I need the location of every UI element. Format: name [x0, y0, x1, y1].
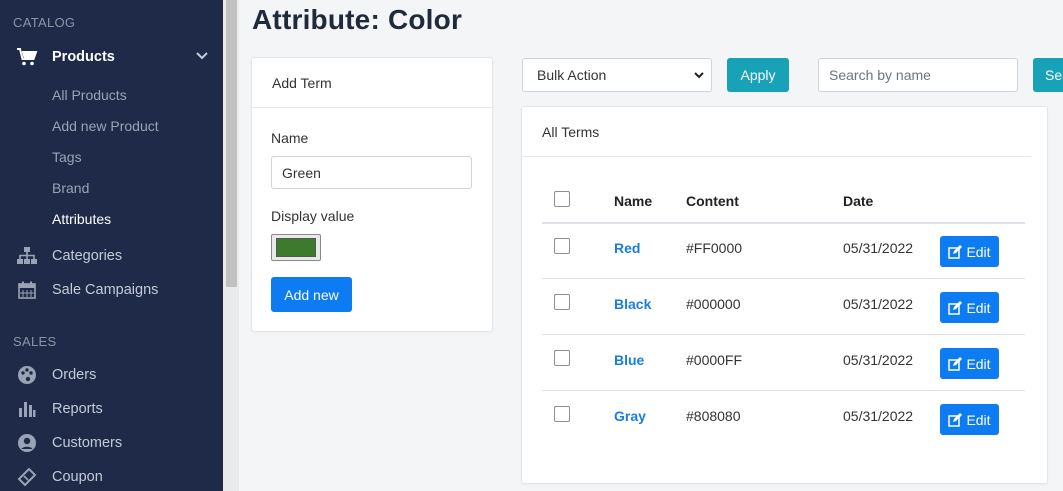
- term-content: #000000: [686, 296, 741, 312]
- row-checkbox[interactable]: [554, 406, 570, 422]
- term-name-link[interactable]: Black: [614, 296, 651, 312]
- shopping-cart-icon: [16, 46, 38, 68]
- name-label: Name: [271, 130, 309, 146]
- chevron-down-icon: [693, 68, 705, 85]
- sidebar-scrollbar-thumb[interactable]: [226, 0, 237, 287]
- user-circle-icon: [16, 432, 38, 454]
- display-value-label: Display value: [271, 208, 355, 224]
- row-divider: [542, 278, 1025, 279]
- add-new-button[interactable]: Add new: [271, 277, 352, 312]
- sidebar-item-label: Categories: [52, 248, 123, 264]
- sidebar-item-label: Products: [52, 49, 115, 65]
- sidebar-item-customers[interactable]: Customers: [0, 428, 223, 458]
- search-button[interactable]: Sea: [1033, 58, 1063, 92]
- calendar-icon: [16, 279, 38, 301]
- catalog-section-title: CATALOG: [13, 15, 76, 30]
- sidebar-item-categories[interactable]: Categories: [0, 241, 223, 271]
- edit-icon: [948, 244, 963, 259]
- sidebar-item-reports[interactable]: Reports: [0, 394, 223, 424]
- term-content: #808080: [686, 408, 741, 424]
- sidebar-subitem-brand[interactable]: Brand: [52, 180, 89, 196]
- chevron-down-icon[interactable]: [195, 48, 209, 66]
- sidebar-item-label: Coupon: [52, 469, 103, 485]
- all-terms-header: All Terms: [522, 107, 1031, 157]
- sidebar-item-coupon[interactable]: Coupon: [0, 462, 223, 491]
- sidebar-subitem-all-products[interactable]: All Products: [52, 87, 127, 103]
- edit-button[interactable]: Edit: [940, 292, 999, 323]
- term-date: 05/31/2022: [843, 352, 914, 368]
- column-header-date: Date: [843, 193, 874, 209]
- row-checkbox[interactable]: [554, 350, 570, 366]
- edit-icon: [948, 300, 963, 315]
- select-all-checkbox[interactable]: [554, 191, 570, 207]
- edit-button[interactable]: Edit: [940, 236, 999, 267]
- edit-label: Edit: [966, 299, 991, 316]
- sidebar-subitem-add-new-product[interactable]: Add new Product: [52, 118, 159, 134]
- palette-icon: [16, 364, 38, 386]
- column-header-content: Content: [686, 193, 739, 209]
- sales-section-title: SALES: [13, 334, 57, 349]
- row-checkbox[interactable]: [554, 238, 570, 254]
- edit-label: Edit: [966, 411, 991, 428]
- apply-button[interactable]: Apply: [727, 58, 789, 92]
- table-header-divider: [542, 222, 1025, 224]
- color-swatch-fill: [276, 238, 316, 257]
- name-input[interactable]: Green: [271, 156, 472, 189]
- page-title: Attribute: Color: [252, 4, 463, 35]
- term-date: 05/31/2022: [843, 296, 914, 312]
- ticket-icon: [16, 466, 38, 488]
- sidebar-item-sale-campaigns[interactable]: Sale Campaigns: [0, 275, 223, 305]
- edit-icon: [948, 356, 963, 371]
- term-date: 05/31/2022: [843, 408, 914, 424]
- sidebar-item-label: Sale Campaigns: [52, 282, 159, 298]
- term-date: 05/31/2022: [843, 240, 914, 256]
- term-content: #0000FF: [686, 352, 743, 368]
- sidebar-item-label: Customers: [52, 435, 123, 451]
- edit-button[interactable]: Edit: [940, 348, 999, 379]
- search-placeholder: Search by name: [829, 67, 931, 83]
- bulk-action-select[interactable]: Bulk Action: [522, 58, 712, 92]
- search-input[interactable]: Search by name: [818, 58, 1018, 92]
- row-checkbox[interactable]: [554, 294, 570, 310]
- bulk-action-value: Bulk Action: [537, 67, 607, 83]
- edit-label: Edit: [966, 243, 991, 260]
- sidebar-item-products[interactable]: Products: [0, 42, 223, 72]
- column-header-name: Name: [614, 193, 653, 209]
- sidebar-item-label: Orders: [52, 367, 97, 383]
- term-name-link[interactable]: Red: [614, 240, 640, 256]
- sidebar: CATALOG Products All Products Add new Pr…: [0, 0, 223, 491]
- add-term-header: Add Term: [252, 58, 492, 108]
- sidebar-subitem-tags[interactable]: Tags: [52, 149, 82, 165]
- edit-icon: [948, 412, 963, 427]
- edit-button[interactable]: Edit: [940, 404, 999, 435]
- term-name-link[interactable]: Gray: [614, 408, 646, 424]
- sidebar-subitem-attributes[interactable]: Attributes: [52, 211, 111, 227]
- sidebar-item-orders[interactable]: Orders: [0, 360, 223, 390]
- edit-label: Edit: [966, 355, 991, 372]
- bar-chart-icon: [16, 398, 38, 420]
- term-name-link[interactable]: Blue: [614, 352, 644, 368]
- row-divider: [542, 334, 1025, 335]
- term-content: #FF0000: [686, 240, 743, 256]
- row-divider: [542, 390, 1025, 391]
- sitemap-icon: [16, 245, 38, 267]
- sidebar-item-label: Reports: [52, 401, 103, 417]
- color-picker[interactable]: [271, 234, 321, 261]
